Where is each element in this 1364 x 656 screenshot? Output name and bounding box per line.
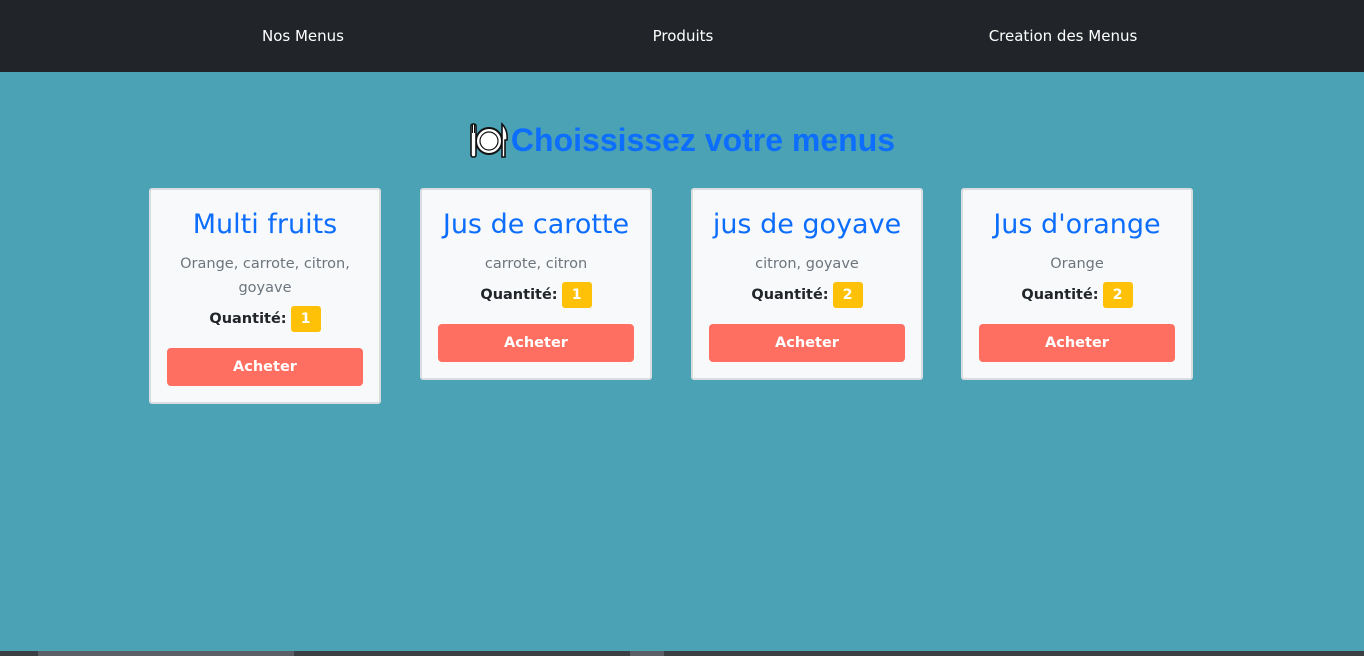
menu-card-jus-de-carotte: Jus de carotte carrote, citron Quantité:… bbox=[420, 188, 652, 380]
menu-card-title: Jus de carotte bbox=[442, 209, 630, 240]
page-title: Choississez votre menus bbox=[510, 121, 896, 158]
acheter-button[interactable]: Acheter bbox=[438, 324, 634, 362]
menu-card-description: Orange, carrote, citron, goyave bbox=[180, 256, 350, 296]
acheter-button[interactable]: Acheter bbox=[709, 324, 905, 362]
menu-card-jus-d-orange: Jus d'orange Orange Quantité: 2 Acheter bbox=[961, 188, 1193, 380]
horizontal-scrollbar[interactable] bbox=[0, 651, 1364, 656]
menu-card-description: carrote, citron bbox=[484, 256, 588, 272]
fork-knife-plate-icon bbox=[469, 120, 509, 160]
menu-card-title: jus de goyave bbox=[712, 209, 902, 240]
nav-link-nos-menus[interactable]: Nos Menus bbox=[183, 0, 423, 72]
nav-link-creation-des-menus[interactable]: Creation des Menus bbox=[943, 0, 1183, 72]
menu-card-jus-de-goyave: jus de goyave citron, goyave Quantité: 2… bbox=[691, 188, 923, 380]
page-heading: Choississez votre menus bbox=[0, 116, 1364, 164]
acheter-button[interactable]: Acheter bbox=[167, 348, 363, 386]
top-navbar: Nos Menus Produits Creation des Menus bbox=[0, 0, 1364, 72]
menu-card-multi-fruits: Multi fruits Orange, carrote, citron, go… bbox=[149, 188, 381, 404]
acheter-button[interactable]: Acheter bbox=[979, 324, 1175, 362]
quantity-badge: 2 bbox=[1102, 282, 1133, 308]
menu-card-description: citron, goyave bbox=[755, 256, 859, 272]
quantity-row: Quantité: 1 bbox=[438, 282, 634, 308]
scrollbar-thumb[interactable] bbox=[630, 651, 664, 656]
quantity-label: Quantité: bbox=[1021, 287, 1099, 303]
nav-link-produits[interactable]: Produits bbox=[563, 0, 803, 72]
quantity-row: Quantité: 2 bbox=[979, 282, 1175, 308]
menu-card-title: Multi fruits bbox=[192, 209, 338, 240]
scrollbar-segment bbox=[38, 651, 294, 656]
menu-card-title: Jus d'orange bbox=[993, 209, 1161, 240]
quantity-label: Quantité: bbox=[480, 287, 558, 303]
quantity-badge: 1 bbox=[290, 306, 321, 332]
quantity-row: Quantité: 2 bbox=[709, 282, 905, 308]
quantity-label: Quantité: bbox=[209, 311, 287, 327]
quantity-row: Quantité: 1 bbox=[167, 306, 363, 332]
menu-card-description: Orange bbox=[1050, 256, 1104, 272]
quantity-badge: 2 bbox=[832, 282, 863, 308]
quantity-label: Quantité: bbox=[751, 287, 829, 303]
quantity-badge: 1 bbox=[561, 282, 592, 308]
